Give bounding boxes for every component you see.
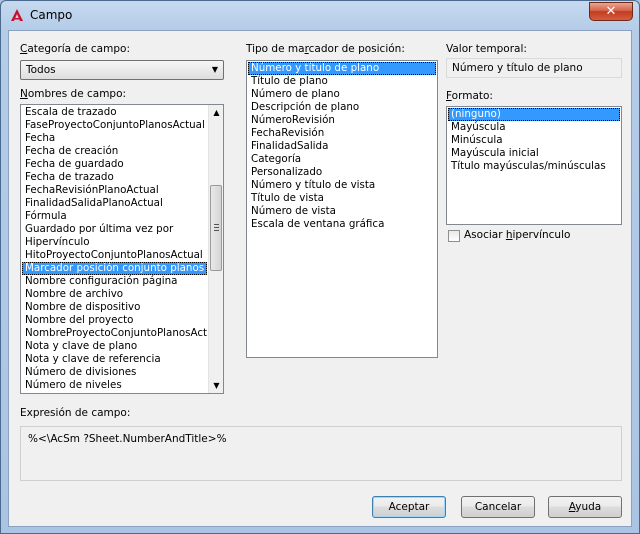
help-button[interactable]: Ayuda <box>548 496 622 518</box>
field-name-item[interactable]: Fórmula <box>22 210 207 223</box>
hyperlink-label-post: ipervínculo <box>512 229 571 241</box>
autocad-logo-icon <box>11 9 23 21</box>
field-name-item[interactable]: Marcador posición conjunto planos <box>22 262 207 275</box>
field-name-item[interactable]: Número de divisiones <box>22 366 207 379</box>
window-title: Campo <box>30 8 73 22</box>
format-label: Formato: <box>446 90 493 102</box>
help-label-text: yuda <box>575 501 602 513</box>
placeholder-type-item[interactable]: Categoría <box>248 153 436 166</box>
category-label-text: ategoría de campo: <box>27 43 130 55</box>
grip-icon <box>214 224 219 233</box>
cancel-button[interactable]: Cancelar <box>461 496 535 518</box>
format-item[interactable]: Minúscula <box>448 134 620 147</box>
placeholder-type-item[interactable]: NúmeroRevisión <box>248 114 436 127</box>
format-item[interactable]: Mayúscula inicial <box>448 147 620 160</box>
field-name-item[interactable]: FinalidadSalidaPlanoActual <box>22 197 207 210</box>
field-name-item[interactable]: FaseProyectoConjuntoPlanosActual <box>22 119 207 132</box>
field-names-scrollbar[interactable]: ▲ ▼ <box>208 105 223 393</box>
placeholder-type-label: Tipo de marcador de posición: <box>246 43 405 55</box>
category-dropdown[interactable]: Todos ▼ <box>20 60 224 80</box>
temp-value-label: Valor temporal: <box>446 43 527 55</box>
field-dialog: Campo ✕ Categoría de campo: Todos ▼ Nomb… <box>0 0 640 534</box>
hyperlink-checkbox[interactable] <box>448 230 460 242</box>
field-name-item[interactable]: FechaRevisiónPlanoActual <box>22 184 207 197</box>
field-name-item[interactable]: Hipervínculo <box>22 236 207 249</box>
temp-value-field: Número y título de plano <box>446 58 622 78</box>
scroll-down-icon[interactable]: ▼ <box>209 378 223 393</box>
placeholder-type-list[interactable]: Número y título de plano Título de plano N… <box>246 60 438 358</box>
category-label: Categoría de campo: <box>20 43 130 55</box>
placeholder-type-item[interactable]: Escala de ventana gráfica <box>248 218 436 231</box>
placeholder-type-item[interactable]: Número y título de vista <box>248 179 436 192</box>
format-item[interactable]: (ninguno) <box>448 108 620 121</box>
chevron-down-icon: ▼ <box>211 65 218 74</box>
dialog-body: Categoría de campo: Todos ▼ Nombres de c… <box>8 30 632 527</box>
field-names-label-text: ombres de campo: <box>27 88 127 100</box>
category-selected-value: Todos <box>26 64 56 76</box>
hyperlink-label-pre: Asociar <box>464 229 506 241</box>
title-bar[interactable]: Campo ✕ <box>1 1 639 29</box>
field-name-item[interactable]: Guardado por última vez por <box>22 223 207 236</box>
placeholder-type-item[interactable]: Número de vista <box>248 205 436 218</box>
placeholder-label-post: cador de posición: <box>308 43 405 55</box>
field-name-item[interactable]: NombreProyectoConjuntoPlanosActual <box>22 327 223 340</box>
expression-field[interactable]: %<\AcSm ?Sheet.NumberAndTitle>% <box>20 426 622 481</box>
field-name-item[interactable]: Nota y clave de plano <box>22 340 207 353</box>
hyperlink-label[interactable]: Asociar hipervínculo <box>464 229 570 241</box>
field-name-item[interactable]: Nombre configuración página <box>22 275 207 288</box>
temp-value-text: Número y título de plano <box>452 62 583 74</box>
format-item[interactable]: Mayúscula <box>448 121 620 134</box>
field-name-item[interactable]: Fecha de guardado <box>22 158 207 171</box>
field-name-item[interactable]: Nombre de dispositivo <box>22 301 207 314</box>
close-icon: ✕ <box>605 4 617 19</box>
field-names-label: Nombres de campo: <box>20 88 126 100</box>
format-item[interactable]: Título mayúsculas/minúsculas <box>448 160 620 173</box>
field-name-item[interactable]: Fecha de trazado <box>22 171 207 184</box>
field-name-item[interactable]: Número de niveles <box>22 379 207 392</box>
close-button[interactable]: ✕ <box>589 2 633 21</box>
format-label-text: ormato: <box>451 90 493 102</box>
field-names-list[interactable]: Escala de trazado FaseProyectoConjuntoPla… <box>20 104 224 394</box>
expression-label: Expresión de campo: <box>20 407 131 419</box>
field-name-item[interactable]: Nota y clave de referencia <box>22 353 207 366</box>
placeholder-type-item[interactable]: FinalidadSalida <box>248 140 436 153</box>
field-name-item[interactable]: Escala de trazado <box>22 106 207 119</box>
format-list[interactable]: (ninguno) Mayúscula Minúscula Mayúscula ini… <box>446 106 622 225</box>
expression-text: %<\AcSm ?Sheet.NumberAndTitle>% <box>28 433 227 445</box>
scroll-up-icon[interactable]: ▲ <box>209 105 223 120</box>
placeholder-type-item[interactable]: Número y título de plano <box>248 62 436 75</box>
ok-button[interactable]: Aceptar <box>372 496 446 518</box>
field-name-item[interactable]: Fecha de creación <box>22 145 207 158</box>
placeholder-type-item[interactable]: Título de vista <box>248 192 436 205</box>
placeholder-type-item[interactable]: Descripción de plano <box>248 101 436 114</box>
field-name-item[interactable]: Nombre de archivo <box>22 288 207 301</box>
field-name-item[interactable]: HitoProyectoConjuntoPlanosActual <box>22 249 207 262</box>
placeholder-type-item[interactable]: FechaRevisión <box>248 127 436 140</box>
hyperlink-label-accel: h <box>505 229 513 241</box>
field-name-item[interactable]: Fecha <box>22 132 207 145</box>
field-names-label-accel: N <box>20 88 28 100</box>
placeholder-label-pre: Tipo de ma <box>246 43 305 55</box>
scrollbar-thumb[interactable] <box>210 185 222 271</box>
placeholder-type-item[interactable]: Personalizado <box>248 166 436 179</box>
field-name-item[interactable]: Nombre del proyecto <box>22 314 207 327</box>
placeholder-type-item[interactable]: Título de plano <box>248 75 436 88</box>
placeholder-type-item[interactable]: Número de plano <box>248 88 436 101</box>
